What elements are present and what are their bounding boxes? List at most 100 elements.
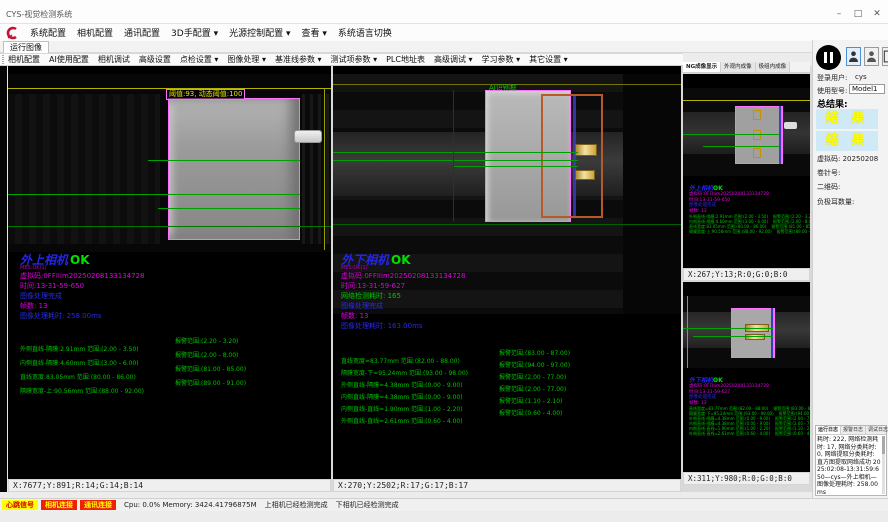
camera-name: 外上相机: [689, 185, 713, 192]
defect-box: [753, 110, 761, 120]
defect-box: [753, 130, 761, 140]
menu-system-config[interactable]: 系统配置: [30, 26, 66, 39]
frame-count: 帧数: 13: [341, 311, 465, 321]
menu-comm-config[interactable]: 通讯配置: [124, 26, 160, 39]
user-manage-button[interactable]: [864, 47, 879, 66]
alarm-range: 报警范围:(2.00 - 8.00): [175, 350, 238, 359]
alarm-range: 报警范围:(2.00 - 77.00): [499, 372, 566, 381]
laser-line: [683, 100, 810, 101]
maximize-button[interactable]: □: [849, 7, 867, 21]
tool-learning-params[interactable]: 学习参数 ▾: [482, 54, 521, 65]
measurement-list-upper: 外侧直线-隔膜:2.91mm 范围:(2.00 - 3.50)报警范围:(2.2…: [20, 336, 325, 406]
mini-view-lower[interactable]: 外下相机OK 虚拟码:0FFIIim20250208133134728 时间:1…: [683, 282, 810, 472]
tool-camera-debug[interactable]: 相机调试: [98, 54, 130, 65]
pin-number-label: 卷针号:: [817, 168, 840, 178]
measurement-list-lower: 直线宽度=83.77mm 范围:(82.00 - 88.00)报警范围:(83.…: [341, 348, 676, 428]
measure-line: [158, 208, 300, 209]
user-login-button[interactable]: [846, 47, 861, 66]
log-scrollbar[interactable]: [882, 436, 885, 494]
tab-cell-image[interactable]: 极组内成像: [756, 62, 791, 72]
log-tab-alarm[interactable]: 报警日志: [841, 426, 866, 434]
log-tab-debug[interactable]: 调试日志: [866, 426, 888, 434]
mini-result-block-upper: 外上相机OK 虚拟码:0FFIIim20250208133134728 时间:1…: [689, 182, 810, 234]
comm-connection-badge: 通讯连接: [80, 500, 116, 510]
tool-camera-config[interactable]: 相机配置: [8, 54, 40, 65]
log-scrollbar-thumb[interactable]: [882, 436, 885, 454]
window-title: CYS-视觉检测系统: [6, 9, 72, 20]
tab-count-label: 负极耳数量:: [817, 197, 854, 207]
tool-advanced-debug[interactable]: 高级调试 ▾: [434, 54, 473, 65]
alarm-range: 报警范围:(83.00 - 87.00): [499, 348, 570, 357]
menu-light-config[interactable]: 光源控制配置 ▾: [229, 26, 290, 39]
mini-result-block-lower: 外下相机OK 虚拟码:0FFIIim20250208133134728 时间:1…: [689, 374, 810, 436]
tab-run-image[interactable]: 运行图像: [3, 41, 49, 53]
tool-test-params[interactable]: 测试项参数 ▾: [331, 54, 378, 65]
tool-baseline-params[interactable]: 基准线参数 ▾: [275, 54, 322, 65]
log-tab-row: 运行日志 报警日志 调试日志: [816, 426, 886, 435]
tool-image-processing[interactable]: 图像处理 ▾: [227, 54, 266, 65]
camera-connection-badge: 相机连接: [41, 500, 77, 510]
camera-view-lower[interactable]: AI识别框 外下相机OK MES:OK(1) 虚拟码:0FFIIim202502…: [333, 66, 681, 479]
alarm-range: 报警范围:(89.00 - 91.00): [175, 378, 246, 387]
exit-button[interactable]: [882, 47, 888, 66]
time-text: 时间:13-31-59-650: [20, 281, 144, 291]
camera-view-upper[interactable]: 阈值:93, 动态阈值:100 外上相机OK MES:OK(1) 虚拟码:0FF…: [8, 66, 331, 479]
log-tab-run[interactable]: 运行日志: [816, 426, 841, 434]
alarm-range: 报警范围:(2.00 - 77.00): [499, 384, 566, 393]
ai-detect-box: [541, 94, 603, 218]
menu-robot-config[interactable]: 3D手配置 ▾: [171, 26, 218, 39]
alarm-range: 报警范围:(2.20 - 3.20): [175, 336, 238, 345]
mini-camera-image-lower: [683, 296, 810, 368]
measure-line: [683, 134, 779, 135]
ai-box-label: AI识别框: [489, 83, 517, 93]
machine-texture-right: [302, 94, 331, 244]
process-done-text: 图像处理完成: [341, 301, 465, 311]
pixel-coords-mini-upper: X:267;Y:13;R:0;G:0;B:0: [683, 268, 810, 281]
inspected-part: [731, 308, 775, 358]
process-done-text: 图像处理完成: [20, 291, 144, 301]
user-icon: [866, 50, 877, 63]
model-select[interactable]: Model1: [849, 84, 885, 94]
inspected-part: [168, 98, 300, 240]
result-ok: OK: [713, 185, 723, 192]
model-label: 使用型号:: [817, 86, 847, 96]
tab-outer-image[interactable]: 外观内成像: [721, 62, 756, 72]
threshold-overlay: 阈值:93, 动态阈值:100: [166, 89, 245, 100]
alarm-range: 报警范围:(81.00 - 85.00): [175, 364, 246, 373]
menu-view[interactable]: 查看 ▾: [301, 26, 326, 39]
result-ok: OK: [713, 377, 723, 384]
pause-button[interactable]: [816, 45, 841, 70]
tool-advanced-settings[interactable]: 高级设置: [139, 54, 171, 65]
tool-plc-address[interactable]: PLC地址表: [386, 54, 425, 65]
result-text-block-upper: 外上相机OK MES:OK(1) 虚拟码:0FFIIim202502081331…: [20, 254, 144, 321]
measure-line: [453, 166, 578, 167]
elapsed-text: 图像处理耗时: 163.00ms: [341, 321, 465, 331]
tool-other-settings[interactable]: 其它设置 ▾: [529, 54, 568, 65]
result-box-upper: 结 果: [816, 109, 878, 129]
toolbar: 相机配置 AI使用配置 相机调试 高级设置 点检设置 ▾ 图像处理 ▾ 基准线参…: [0, 53, 683, 66]
toolbar-grip[interactable]: [2, 55, 4, 64]
mini-view-column: NG成像显示 外观内成像 极组内成像 外上相机OK 虚拟码:0FFIIim202…: [683, 62, 810, 486]
app-window: CYS-视觉检测系统 – □ ✕ 系统配置 相机配置 通讯配置 3D手配置 ▾ …: [0, 0, 888, 522]
menu-language-switch[interactable]: 系统语言切换: [338, 26, 392, 39]
measure-row: 外侧直线-直线=2.61mm 范围:(0.60 - 4.00)报警范围:(0.6…: [689, 431, 810, 436]
pixel-coords-upper: X:7677;Y:891;R:14;G:14;B:14: [8, 479, 331, 492]
pixel-coords-mini-lower: X:311;Y:980;R:0;G:0;B:0: [683, 472, 810, 485]
minimize-button[interactable]: –: [830, 7, 848, 21]
measure-text: 隔膜宽度-上:90.56mm 范围:(88.00 - 92.00): [20, 388, 144, 395]
upper-camera-status: 上相机已经检测完成: [265, 500, 328, 510]
camera-image-upper[interactable]: 阈值:93, 动态阈值:100: [8, 74, 331, 252]
tool-ai-use-config[interactable]: AI使用配置: [49, 54, 89, 65]
tab-ng-display[interactable]: NG成像显示: [683, 62, 721, 72]
machine-dark-right: [623, 74, 681, 314]
pixel-coords-lower: X:270;Y:2502;R:17;G:17;B:17: [333, 479, 681, 492]
alarm-range: 报警范围:(0.60 - 4.00): [499, 408, 562, 417]
tab-connector: [575, 170, 595, 180]
mini-view-upper[interactable]: 外上相机OK 虚拟码:0FFIIim20250208133134728 时间:1…: [683, 74, 810, 268]
measure-line: [693, 336, 773, 337]
measure-line: [703, 146, 779, 147]
tool-spot-check[interactable]: 点检设置 ▾: [180, 54, 219, 65]
close-button[interactable]: ✕: [868, 7, 886, 21]
exit-door-icon: [883, 50, 888, 63]
menu-camera-config[interactable]: 相机配置: [77, 26, 113, 39]
